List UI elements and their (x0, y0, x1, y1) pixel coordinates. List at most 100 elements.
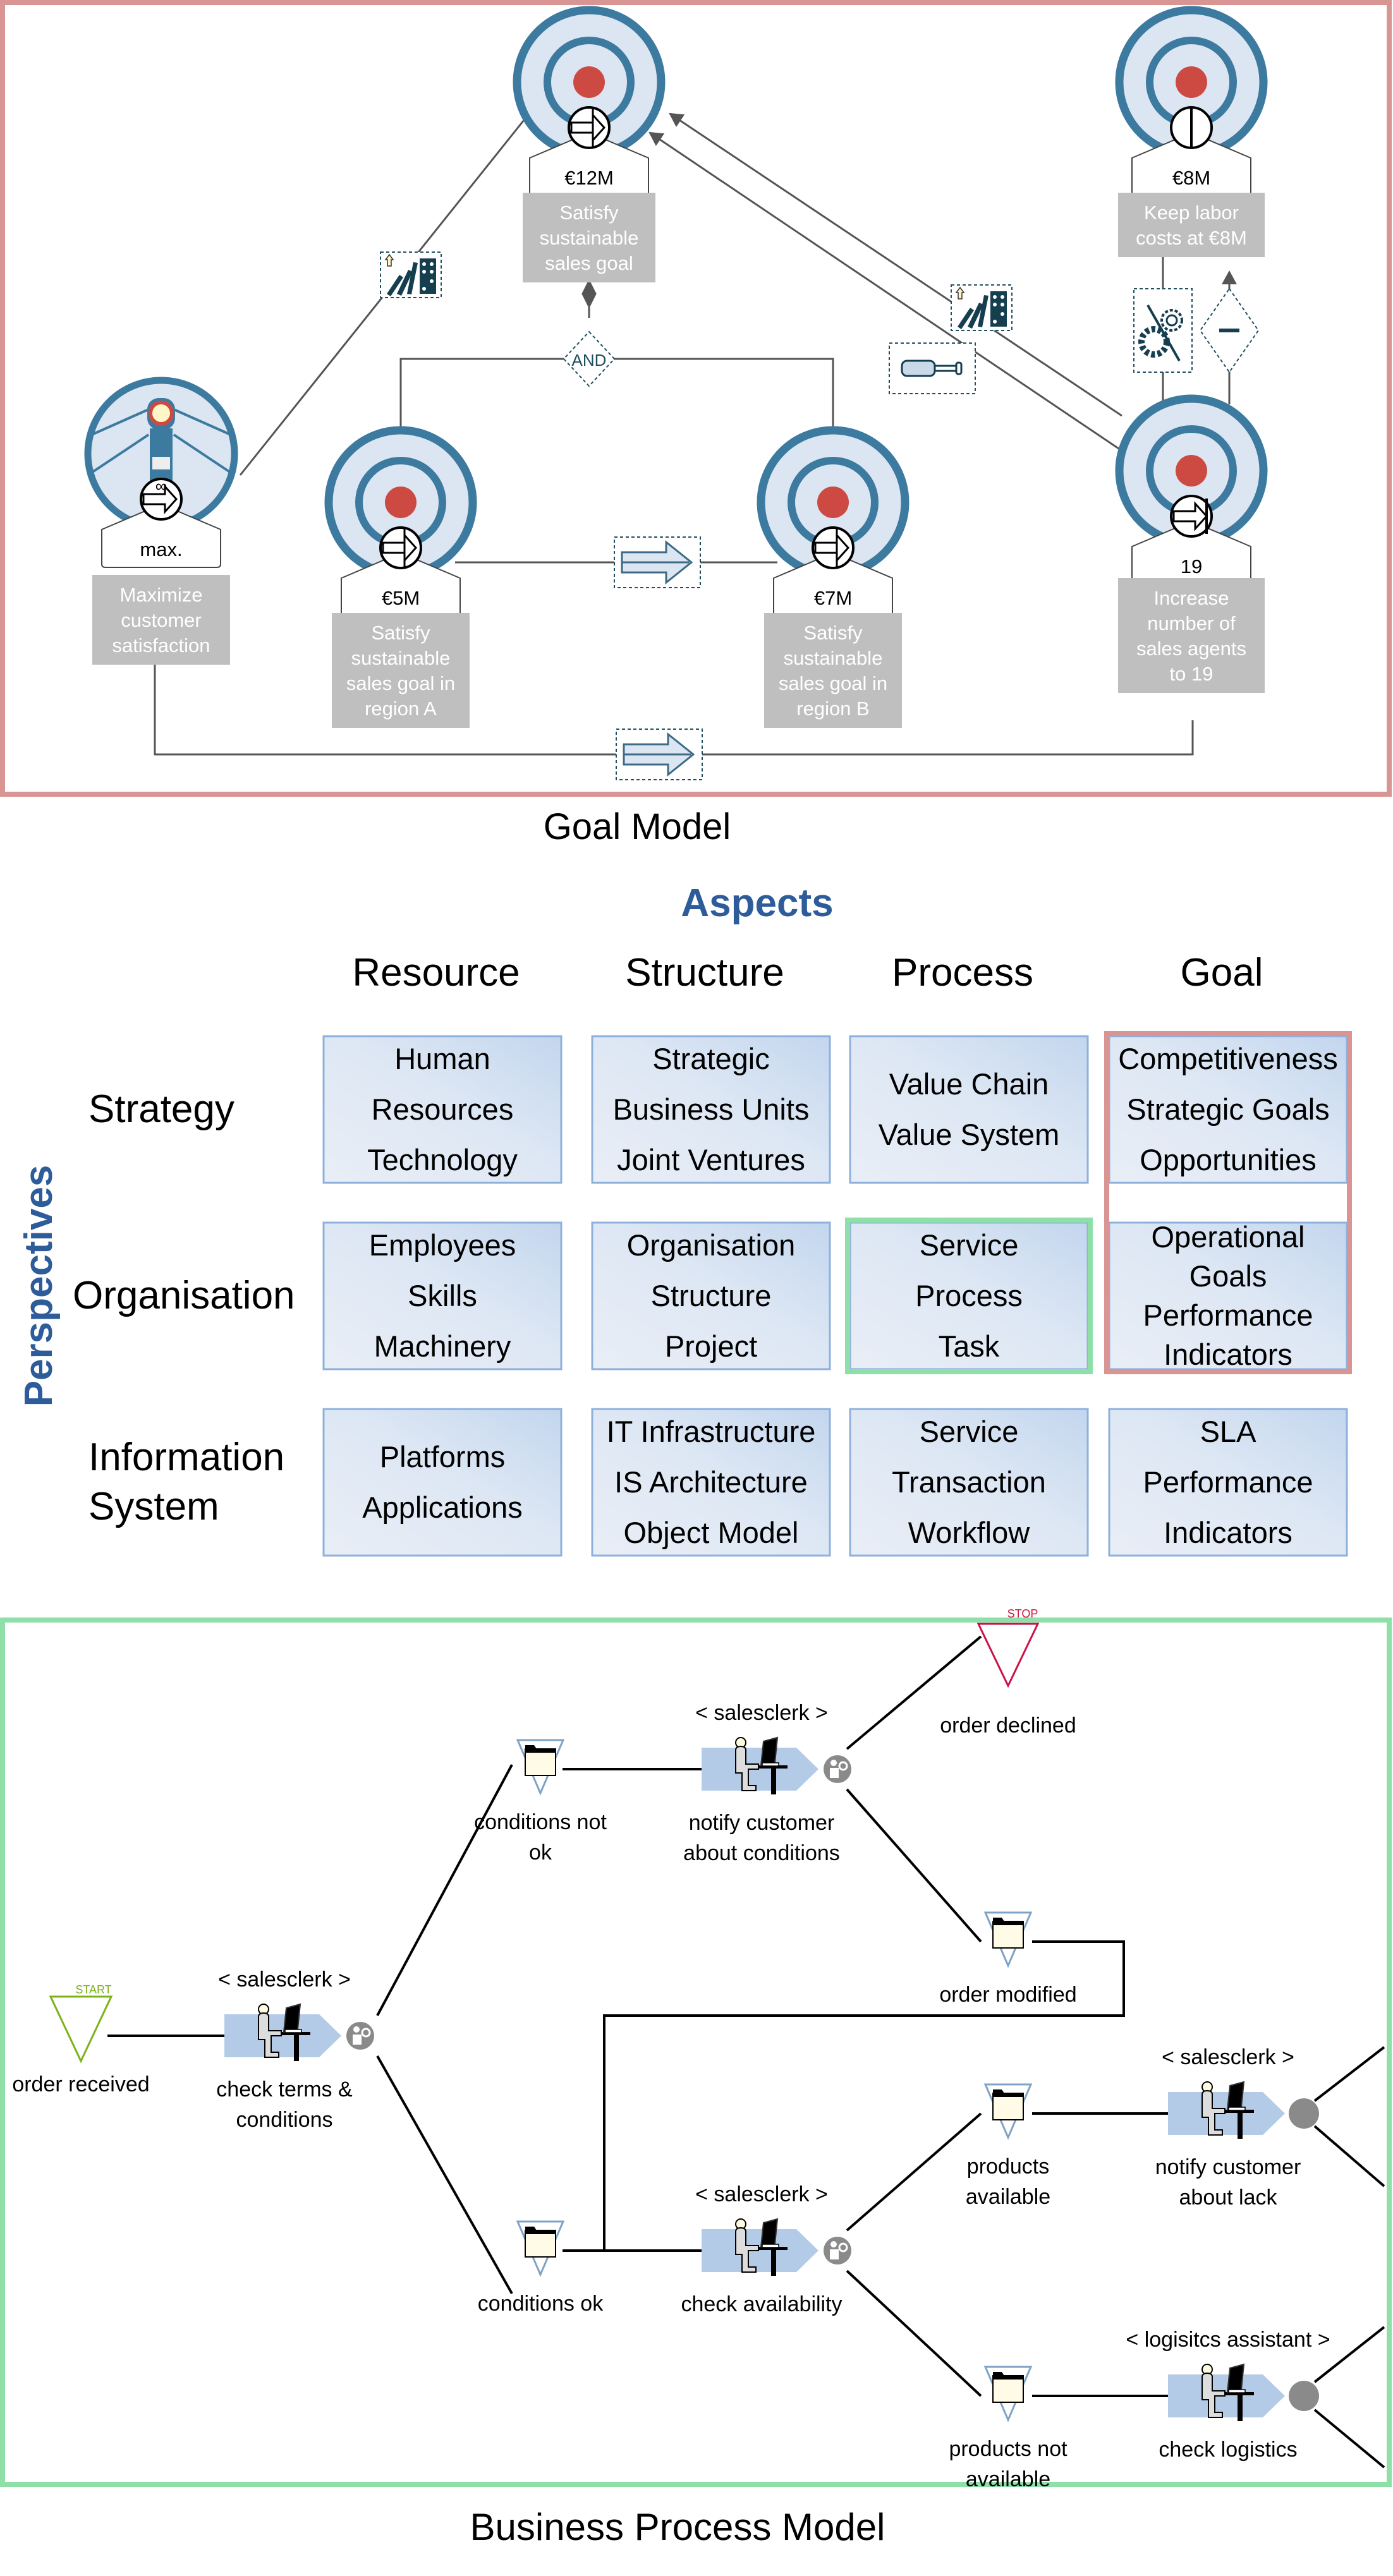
goal-node-g5[interactable]: €5M Satisfy sustainable sales goal in region… (324, 426, 477, 728)
goal-label-line: region B (796, 698, 869, 720)
event-label: products (967, 2155, 1049, 2179)
aspect-perspective-matrix: Resource Structure Process Goal Strategy Huma… (73, 951, 1352, 1557)
function-label: check logistics (1159, 2438, 1297, 2462)
start-event: START order received (12, 1983, 149, 2096)
screwdriver-icon (889, 342, 976, 394)
function-f1[interactable]: < salesclerk > check terms & conditions (216, 1968, 374, 2132)
matrix-cell-line: SLA (1200, 1415, 1256, 1448)
function-role: < salesclerk > (695, 2182, 828, 2206)
goal-target-value: €7M (814, 587, 852, 609)
event-label: order received (12, 2072, 149, 2096)
matrix-cell[interactable]: Value Chain Value System (849, 1035, 1089, 1184)
goal-target-value: €5M (382, 587, 420, 609)
goal-label-line: Keep labor (1144, 202, 1239, 224)
matrix-cell-line: Value Chain (889, 1067, 1049, 1101)
event-products-available[interactable]: products available (966, 2083, 1050, 2209)
goal-node-g7[interactable]: €7M Satisfy sustainable sales goal in region… (757, 426, 909, 728)
event-conditions-not-ok[interactable]: conditions not ok (474, 1739, 607, 1865)
conflict-gears-icon (1133, 288, 1193, 373)
function-label: notify customer (689, 1811, 835, 1835)
matrix-cell-line: Goals (1189, 1259, 1267, 1293)
aspect-column-header: Goal (1181, 951, 1263, 995)
matrix-cell[interactable]: Human Resources Technology (322, 1035, 563, 1184)
goal-node-g19[interactable]: 19 Increase number of sales agents to 19 (1115, 394, 1268, 693)
keep-bar-icon (1170, 106, 1213, 149)
function-shape (1168, 2092, 1285, 2135)
matrix-cell[interactable]: Employees Skills Machinery (322, 1221, 563, 1370)
matrix-cell-line: Service (920, 1228, 1019, 1262)
goal-label-line: sales goal in (346, 672, 455, 694)
function-shape (702, 1748, 818, 1791)
matrix-cell[interactable]: Organisation Structure Project (591, 1221, 831, 1370)
function-label: conditions (236, 2108, 332, 2132)
matrix-cell-line: Applications (362, 1491, 522, 1524)
and-gateway: AND (563, 330, 616, 387)
matrix-cell-line: Transaction (892, 1465, 1046, 1499)
event-label: available (966, 2467, 1050, 2491)
stop-event: STOP order declined (940, 1607, 1076, 1738)
matrix-cell[interactable]: Competitiveness Strategic Goals Opportunit… (1108, 1035, 1348, 1184)
matrix-cell[interactable]: SLA Performance Indicators (1108, 1408, 1348, 1557)
aspect-column-header: Process (892, 951, 1033, 995)
goal-label-line: number of (1147, 612, 1236, 634)
connector-dot (1289, 2098, 1319, 2129)
matrix-cell-line: IS Architecture (614, 1465, 808, 1499)
function-label: check terms & (216, 2077, 353, 2101)
matrix-cell-line: Opportunities (1140, 1143, 1317, 1176)
matrix-cell-line: Resources (372, 1092, 514, 1126)
function-shape (1168, 2374, 1285, 2417)
goal-node-g8[interactable]: €8M Keep labor costs at €8M (1115, 6, 1268, 257)
goal-label-line: Satisfy (371, 622, 430, 644)
goal-node-g12[interactable]: €12M Satisfy sustainable sales goal (513, 6, 666, 282)
process-model-caption: Business Process Model (470, 2506, 885, 2548)
function-label: notify customer (1155, 2155, 1301, 2179)
goal-label-line: satisfaction (112, 634, 210, 656)
perspective-row-label: System (88, 1485, 219, 1528)
event-label: available (966, 2185, 1050, 2209)
function-shape (224, 2014, 341, 2057)
perspective-row-label: Strategy (88, 1087, 234, 1131)
goal-label-line: sustainable (784, 647, 883, 669)
goal-node-gmax[interactable]: ∞ max. Maximize customer satisfaction (84, 377, 238, 665)
matrix-cell[interactable]: IT Infrastructure IS Architecture Object M… (591, 1408, 831, 1557)
achieve-arrow-icon (812, 526, 855, 569)
function-f4[interactable]: < salesclerk > notify customer about lack (1155, 2045, 1319, 2210)
refinement-arrow-icon (615, 728, 703, 781)
matrix-cell[interactable]: Strategic Business Units Joint Ventures (591, 1035, 831, 1184)
function-label: about lack (1179, 2186, 1278, 2210)
goal-label-line: sustainable (351, 647, 451, 669)
function-f3[interactable]: < salesclerk > check availability (681, 2182, 851, 2316)
matrix-cell-line: Performance (1143, 1465, 1313, 1499)
goal-label-line: Satisfy (803, 622, 863, 644)
matrix-cell-line: Operational (1152, 1220, 1305, 1254)
folder-event-icon (516, 1739, 564, 1794)
goal-links (154, 106, 1237, 756)
function-f2[interactable]: < salesclerk > notify customer about condi… (683, 1701, 851, 1865)
increase-arrow-icon (1170, 495, 1213, 538)
matrix-cell[interactable]: Operational Goals Performance Indicators (1108, 1220, 1348, 1371)
goal-label-line: Maximize (120, 584, 203, 606)
event-products-not-available[interactable]: products not available (949, 2366, 1068, 2491)
goal-model-caption: Goal Model (544, 806, 731, 847)
perspective-row-label: Information (88, 1436, 284, 1479)
matrix-cell-line: Value System (879, 1118, 1059, 1151)
goal-label-line: sales goal in (779, 672, 887, 694)
matrix-cell[interactable]: Platforms Applications (322, 1408, 563, 1557)
matrix-cell-line: Project (665, 1329, 757, 1363)
matrix-cell-line: Indicators (1164, 1516, 1293, 1549)
goal-label-line: to 19 (1170, 663, 1214, 685)
matrix-cell-line: Employees (369, 1228, 516, 1262)
matrix-cell[interactable]: Service Process Task (849, 1221, 1089, 1370)
matrix-cell-line: Workflow (908, 1516, 1030, 1549)
matrix-cell-line: Structure (651, 1279, 772, 1312)
connector-dot (1289, 2381, 1319, 2411)
correlation-domino-icon (380, 251, 442, 298)
matrix-cell-line: Service (920, 1415, 1019, 1448)
goal-label-line: sustainable (540, 227, 639, 249)
goal-label-line: costs at €8M (1136, 227, 1247, 249)
folder-event-icon (984, 2083, 1032, 2139)
matrix-cell[interactable]: Service Transaction Workflow (849, 1408, 1089, 1557)
event-order-modified[interactable]: order modified (939, 1911, 1077, 2007)
matrix-cell-line: Competitiveness (1118, 1042, 1337, 1075)
aspect-column-header: Structure (625, 951, 784, 995)
